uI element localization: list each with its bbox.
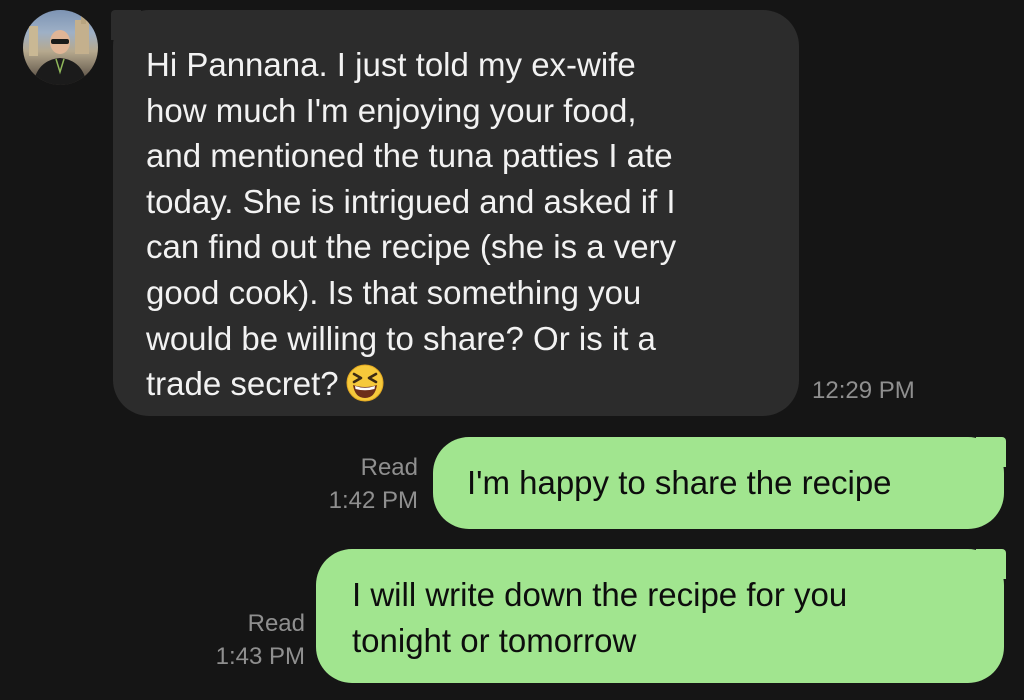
- incoming-message-text: Hi Pannana. I just told my ex-wife how m…: [146, 46, 677, 403]
- outgoing-message-text: I'm happy to share the recipe: [467, 464, 892, 501]
- message-meta: Read 1:42 PM: [300, 451, 418, 517]
- contact-avatar[interactable]: [23, 10, 98, 85]
- outgoing-message-bubble[interactable]: I will write down the recipe for you ton…: [316, 549, 1006, 683]
- message-time: 1:42 PM: [328, 487, 418, 514]
- laughing-squinting-face-icon: [345, 363, 385, 403]
- incoming-message-bubble[interactable]: Hi Pannana. I just told my ex-wife how m…: [111, 10, 799, 416]
- outgoing-message-bubble[interactable]: I'm happy to share the recipe: [433, 437, 1006, 529]
- read-status: Read: [247, 610, 305, 637]
- avatar-photo-icon: [29, 14, 89, 85]
- conversation-view: Hi Pannana. I just told my ex-wife how m…: [0, 0, 1024, 700]
- read-status: Read: [360, 454, 418, 481]
- message-time: 1:43 PM: [215, 643, 305, 670]
- incoming-message-time: 12:29 PM: [812, 377, 915, 404]
- outgoing-message-text: I will write down the recipe for you ton…: [352, 576, 848, 659]
- message-meta: Read 1:43 PM: [180, 607, 305, 673]
